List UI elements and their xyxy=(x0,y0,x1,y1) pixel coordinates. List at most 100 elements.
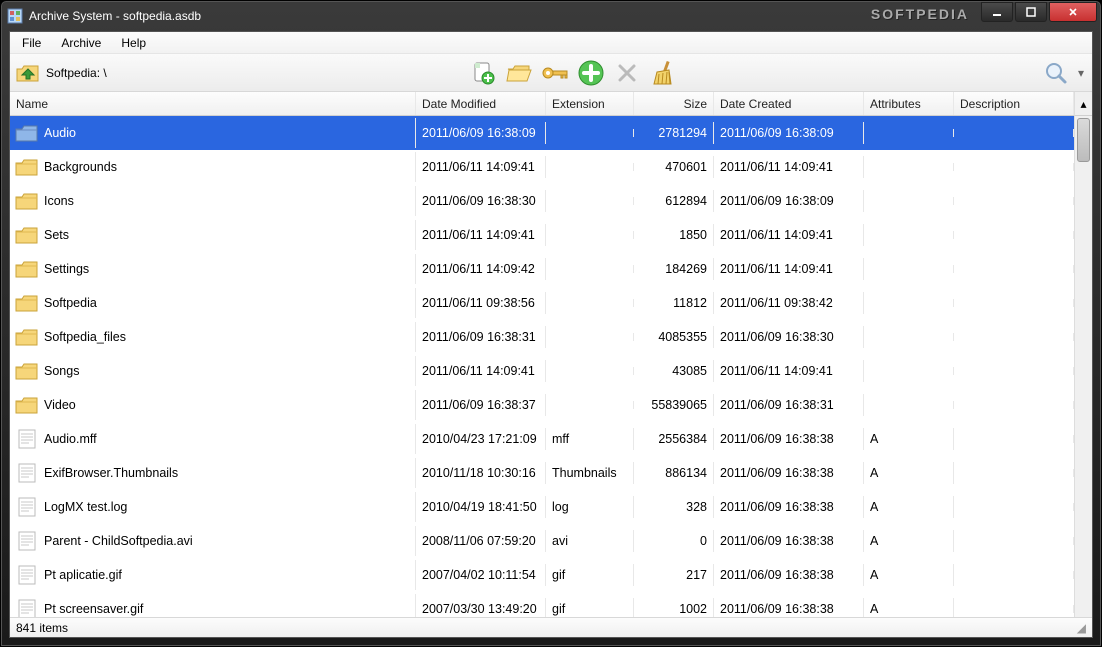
minimize-button[interactable] xyxy=(981,2,1013,22)
cell-attributes: A xyxy=(864,564,954,586)
header-date-created[interactable]: Date Created xyxy=(714,92,864,115)
menu-archive[interactable]: Archive xyxy=(53,34,109,52)
cell-attributes xyxy=(864,129,954,137)
cell-date-created: 2011/06/09 16:38:38 xyxy=(714,496,864,518)
table-row[interactable]: Pt screensaver.gif2007/03/30 13:49:20gif… xyxy=(10,592,1074,617)
header-size[interactable]: Size xyxy=(634,92,714,115)
cell-name: Settings xyxy=(44,262,89,276)
cell-date-created: 2011/06/11 14:09:41 xyxy=(714,258,864,280)
table-row[interactable]: LogMX test.log2010/04/19 18:41:50log3282… xyxy=(10,490,1074,524)
cell-description xyxy=(954,503,1074,511)
add-file-icon[interactable] xyxy=(467,58,499,88)
folder-icon xyxy=(14,292,40,314)
broom-icon[interactable] xyxy=(647,58,679,88)
file-icon xyxy=(14,462,40,484)
header-description[interactable]: Description xyxy=(954,92,1074,115)
cell-description xyxy=(954,605,1074,613)
table-row[interactable]: Softpedia2011/06/11 09:38:56118122011/06… xyxy=(10,286,1074,320)
scroll-up-button[interactable]: ▴ xyxy=(1074,92,1092,116)
cell-name: Audio xyxy=(44,126,76,140)
table-row[interactable]: Audio.mff2010/04/23 17:21:09mff255638420… xyxy=(10,422,1074,456)
cell-description xyxy=(954,265,1074,273)
cell-description xyxy=(954,197,1074,205)
cell-name: Video xyxy=(44,398,76,412)
cell-size: 886134 xyxy=(634,462,714,484)
cell-size: 55839065 xyxy=(634,394,714,416)
cell-extension: mff xyxy=(546,428,634,450)
cell-attributes xyxy=(864,163,954,171)
window-title: Archive System - softpedia.asdb xyxy=(29,9,201,23)
key-icon[interactable] xyxy=(539,58,571,88)
cell-size: 470601 xyxy=(634,156,714,178)
cell-description xyxy=(954,231,1074,239)
menu-file[interactable]: File xyxy=(14,34,49,52)
cell-date-modified: 2011/06/09 16:38:09 xyxy=(416,122,546,144)
cell-date-modified: 2011/06/09 16:38:37 xyxy=(416,394,546,416)
cell-attributes xyxy=(864,265,954,273)
table-row[interactable]: Softpedia_files2011/06/09 16:38:31408535… xyxy=(10,320,1074,354)
folder-icon xyxy=(14,156,40,178)
file-list: Name Date Modified Extension Size Date C… xyxy=(10,92,1092,617)
open-folder-icon[interactable] xyxy=(503,58,535,88)
cell-attributes xyxy=(864,367,954,375)
cell-date-created: 2011/06/09 16:38:09 xyxy=(714,122,864,144)
cell-size: 0 xyxy=(634,530,714,552)
cell-name: Pt aplicatie.gif xyxy=(44,568,122,582)
menu-help[interactable]: Help xyxy=(113,34,154,52)
rows-container: Audio2011/06/09 16:38:0927812942011/06/0… xyxy=(10,116,1074,617)
resize-grip-icon[interactable]: ◢ xyxy=(1077,621,1086,635)
cell-size: 328 xyxy=(634,496,714,518)
table-row[interactable]: Icons2011/06/09 16:38:306128942011/06/09… xyxy=(10,184,1074,218)
table-row[interactable]: ExifBrowser.Thumbnails2010/11/18 10:30:1… xyxy=(10,456,1074,490)
cell-description xyxy=(954,401,1074,409)
table-row[interactable]: Audio2011/06/09 16:38:0927812942011/06/0… xyxy=(10,116,1074,150)
table-row[interactable]: Parent - ChildSoftpedia.avi2008/11/06 07… xyxy=(10,524,1074,558)
cell-size: 1002 xyxy=(634,598,714,617)
scroll-thumb[interactable] xyxy=(1077,118,1090,162)
titlebar[interactable]: Archive System - softpedia.asdb SOFTPEDI… xyxy=(1,1,1101,31)
cell-size: 11812 xyxy=(634,292,714,314)
cell-date-modified: 2008/11/06 07:59:20 xyxy=(416,530,546,552)
cell-extension xyxy=(546,367,634,375)
cell-description xyxy=(954,537,1074,545)
header-name[interactable]: Name xyxy=(10,92,416,115)
toolbar: Softpedia: \ ▾ xyxy=(10,54,1092,92)
cell-attributes: A xyxy=(864,496,954,518)
cell-date-modified: 2011/06/11 14:09:41 xyxy=(416,224,546,246)
folder-up-icon[interactable] xyxy=(14,59,42,87)
cell-date-created: 2011/06/11 09:38:42 xyxy=(714,292,864,314)
cell-extension: gif xyxy=(546,564,634,586)
table-row[interactable]: Backgrounds2011/06/11 14:09:414706012011… xyxy=(10,150,1074,184)
cell-date-created: 2011/06/09 16:38:38 xyxy=(714,598,864,617)
table-row[interactable]: Pt aplicatie.gif2007/04/02 10:11:54gif21… xyxy=(10,558,1074,592)
cell-name: Songs xyxy=(44,364,79,378)
cell-attributes xyxy=(864,197,954,205)
cell-name: LogMX test.log xyxy=(44,500,127,514)
header-extension[interactable]: Extension xyxy=(546,92,634,115)
header-attributes[interactable]: Attributes xyxy=(864,92,954,115)
cell-name: Softpedia xyxy=(44,296,97,310)
table-row[interactable]: Songs2011/06/11 14:09:41430852011/06/11 … xyxy=(10,354,1074,388)
table-row[interactable]: Sets2011/06/11 14:09:4118502011/06/11 14… xyxy=(10,218,1074,252)
cell-extension xyxy=(546,265,634,273)
cell-attributes: A xyxy=(864,530,954,552)
cell-extension xyxy=(546,231,634,239)
folder-icon xyxy=(14,190,40,212)
maximize-button[interactable] xyxy=(1015,2,1047,22)
cell-name: Audio.mff xyxy=(44,432,97,446)
delete-icon[interactable] xyxy=(611,58,643,88)
cell-size: 612894 xyxy=(634,190,714,212)
search-dropdown-icon[interactable]: ▾ xyxy=(1076,66,1086,80)
table-row[interactable]: Video 2011/06/09 16:38:37 558390652011/06/… xyxy=(10,388,1074,422)
close-button[interactable] xyxy=(1049,2,1097,22)
search-icon[interactable] xyxy=(1040,58,1072,88)
cell-description xyxy=(954,299,1074,307)
vertical-scrollbar[interactable] xyxy=(1074,116,1092,617)
cell-description xyxy=(954,435,1074,443)
cell-date-created: 2011/06/09 16:38:31 xyxy=(714,394,864,416)
cell-date-modified: 2007/04/02 10:11:54 xyxy=(416,564,546,586)
add-icon[interactable] xyxy=(575,58,607,88)
cell-attributes xyxy=(864,333,954,341)
table-row[interactable]: Settings2011/06/11 14:09:421842692011/06… xyxy=(10,252,1074,286)
header-date-modified[interactable]: Date Modified xyxy=(416,92,546,115)
